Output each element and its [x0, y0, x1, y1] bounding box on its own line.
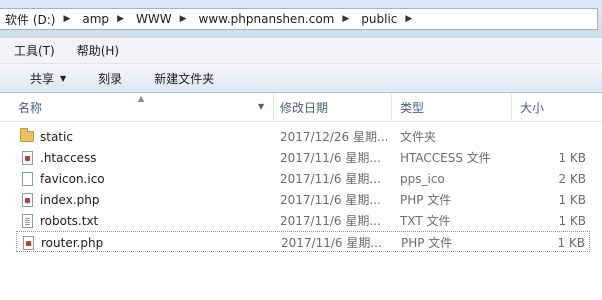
file-type: PHP 文件: [400, 193, 452, 207]
column-header-type[interactable]: 类型: [392, 93, 512, 121]
share-button[interactable]: 共享 ▼: [0, 70, 82, 87]
chevron-down-icon: ▼: [60, 73, 67, 83]
address-bar[interactable]: 软件 (D:) ▶ amp ▶ WWW ▶ www.phpnanshen.com…: [0, 8, 598, 30]
breadcrumb-item-drive[interactable]: 软件 (D:) ▶: [0, 9, 76, 29]
file-size: 1 KB: [558, 192, 586, 207]
column-header-type-label: 类型: [400, 100, 425, 115]
menu-bar: 工具(T) 帮助(H): [0, 38, 602, 64]
breadcrumb-separator-icon[interactable]: ▶: [59, 14, 74, 24]
breadcrumb-label: amp: [82, 12, 110, 26]
file-type: 文件夹: [400, 130, 437, 144]
column-header-size-label: 大小: [520, 100, 545, 115]
menu-tools[interactable]: 工具(T): [0, 42, 63, 59]
command-toolbar: 共享 ▼ 刻录 新建文件夹: [0, 64, 602, 93]
breadcrumb-separator-icon[interactable]: ▶: [176, 14, 191, 24]
column-header-date-label: 修改日期: [280, 100, 329, 115]
breadcrumb-label: public: [361, 12, 398, 26]
menu-help[interactable]: 帮助(H): [63, 42, 127, 59]
file-row[interactable]: .htaccess 2017/11/6 星期... HTACCESS 文件 1 …: [16, 147, 590, 168]
column-header-name[interactable]: 名称 ▲ ▼: [0, 93, 274, 121]
file-date: 2017/12/26 星期...: [280, 130, 389, 144]
file-row[interactable]: favicon.ico 2017/11/6 星期... pps_ico 2 KB: [16, 168, 590, 189]
file-size: 1 KB: [558, 150, 586, 165]
burn-label: 刻录: [98, 71, 123, 86]
breadcrumb-item-www[interactable]: WWW ▶: [130, 9, 193, 29]
breadcrumb-label: WWW: [135, 12, 172, 26]
file-type: HTACCESS 文件: [400, 151, 491, 165]
php-file-icon: [21, 232, 35, 253]
file-date: 2017/11/6 星期...: [280, 193, 381, 207]
file-name: router.php: [41, 235, 104, 250]
file-date: 2017/11/6 星期...: [280, 151, 381, 165]
share-label: 共享: [30, 71, 55, 86]
text-file-icon: [20, 210, 34, 231]
burn-button[interactable]: 刻录: [82, 70, 138, 87]
file-size: 1 KB: [558, 213, 586, 228]
file-row[interactable]: robots.txt 2017/11/6 星期... TXT 文件 1 KB: [16, 210, 590, 231]
file-row[interactable]: static 2017/12/26 星期... 文件夹: [16, 126, 590, 147]
file-type: PHP 文件: [401, 236, 453, 250]
column-header-row: 名称 ▲ ▼ 修改日期 类型 大小: [0, 93, 602, 122]
chevron-down-icon[interactable]: ▼: [258, 102, 264, 111]
breadcrumb-item-amp[interactable]: amp ▶: [76, 9, 130, 29]
file-name: .htaccess: [40, 150, 97, 165]
address-bar-area: 软件 (D:) ▶ amp ▶ WWW ▶ www.phpnanshen.com…: [0, 0, 602, 38]
breadcrumb-label: www.phpnanshen.com: [198, 12, 335, 26]
file-name: favicon.ico: [40, 171, 105, 186]
breadcrumb-separator-icon[interactable]: ▶: [338, 14, 353, 24]
file-icon: [20, 147, 34, 168]
breadcrumb-label: 软件 (D:): [5, 12, 56, 27]
breadcrumb-separator-icon[interactable]: ▶: [113, 14, 128, 24]
file-name: index.php: [40, 192, 100, 207]
file-name: robots.txt: [40, 213, 99, 228]
php-file-icon: [20, 189, 34, 210]
file-row[interactable]: router.php 2017/11/6 星期... PHP 文件 1 KB: [16, 231, 590, 252]
file-size: 1 KB: [557, 235, 585, 250]
file-type: pps_ico: [400, 171, 445, 186]
file-icon: [20, 168, 34, 189]
sort-ascending-icon: ▲: [138, 94, 145, 103]
breadcrumb-item-public[interactable]: public ▶: [355, 9, 418, 29]
file-date: 2017/11/6 星期...: [280, 172, 381, 186]
file-date: 2017/11/6 星期...: [281, 236, 382, 250]
breadcrumb-separator-icon[interactable]: ▶: [401, 14, 416, 24]
file-name: static: [40, 129, 73, 144]
file-row[interactable]: index.php 2017/11/6 星期... PHP 文件 1 KB: [16, 189, 590, 210]
new-folder-button[interactable]: 新建文件夹: [138, 70, 230, 87]
folder-icon: [20, 126, 34, 147]
column-header-date[interactable]: 修改日期: [274, 93, 392, 121]
new-folder-label: 新建文件夹: [154, 71, 215, 86]
file-size: 2 KB: [558, 171, 586, 186]
column-header-name-label: 名称: [18, 100, 43, 115]
breadcrumb-item-site[interactable]: www.phpnanshen.com ▶: [193, 9, 356, 29]
file-type: TXT 文件: [400, 214, 451, 228]
column-header-size[interactable]: 大小: [512, 93, 602, 121]
file-date: 2017/11/6 星期...: [280, 214, 381, 228]
